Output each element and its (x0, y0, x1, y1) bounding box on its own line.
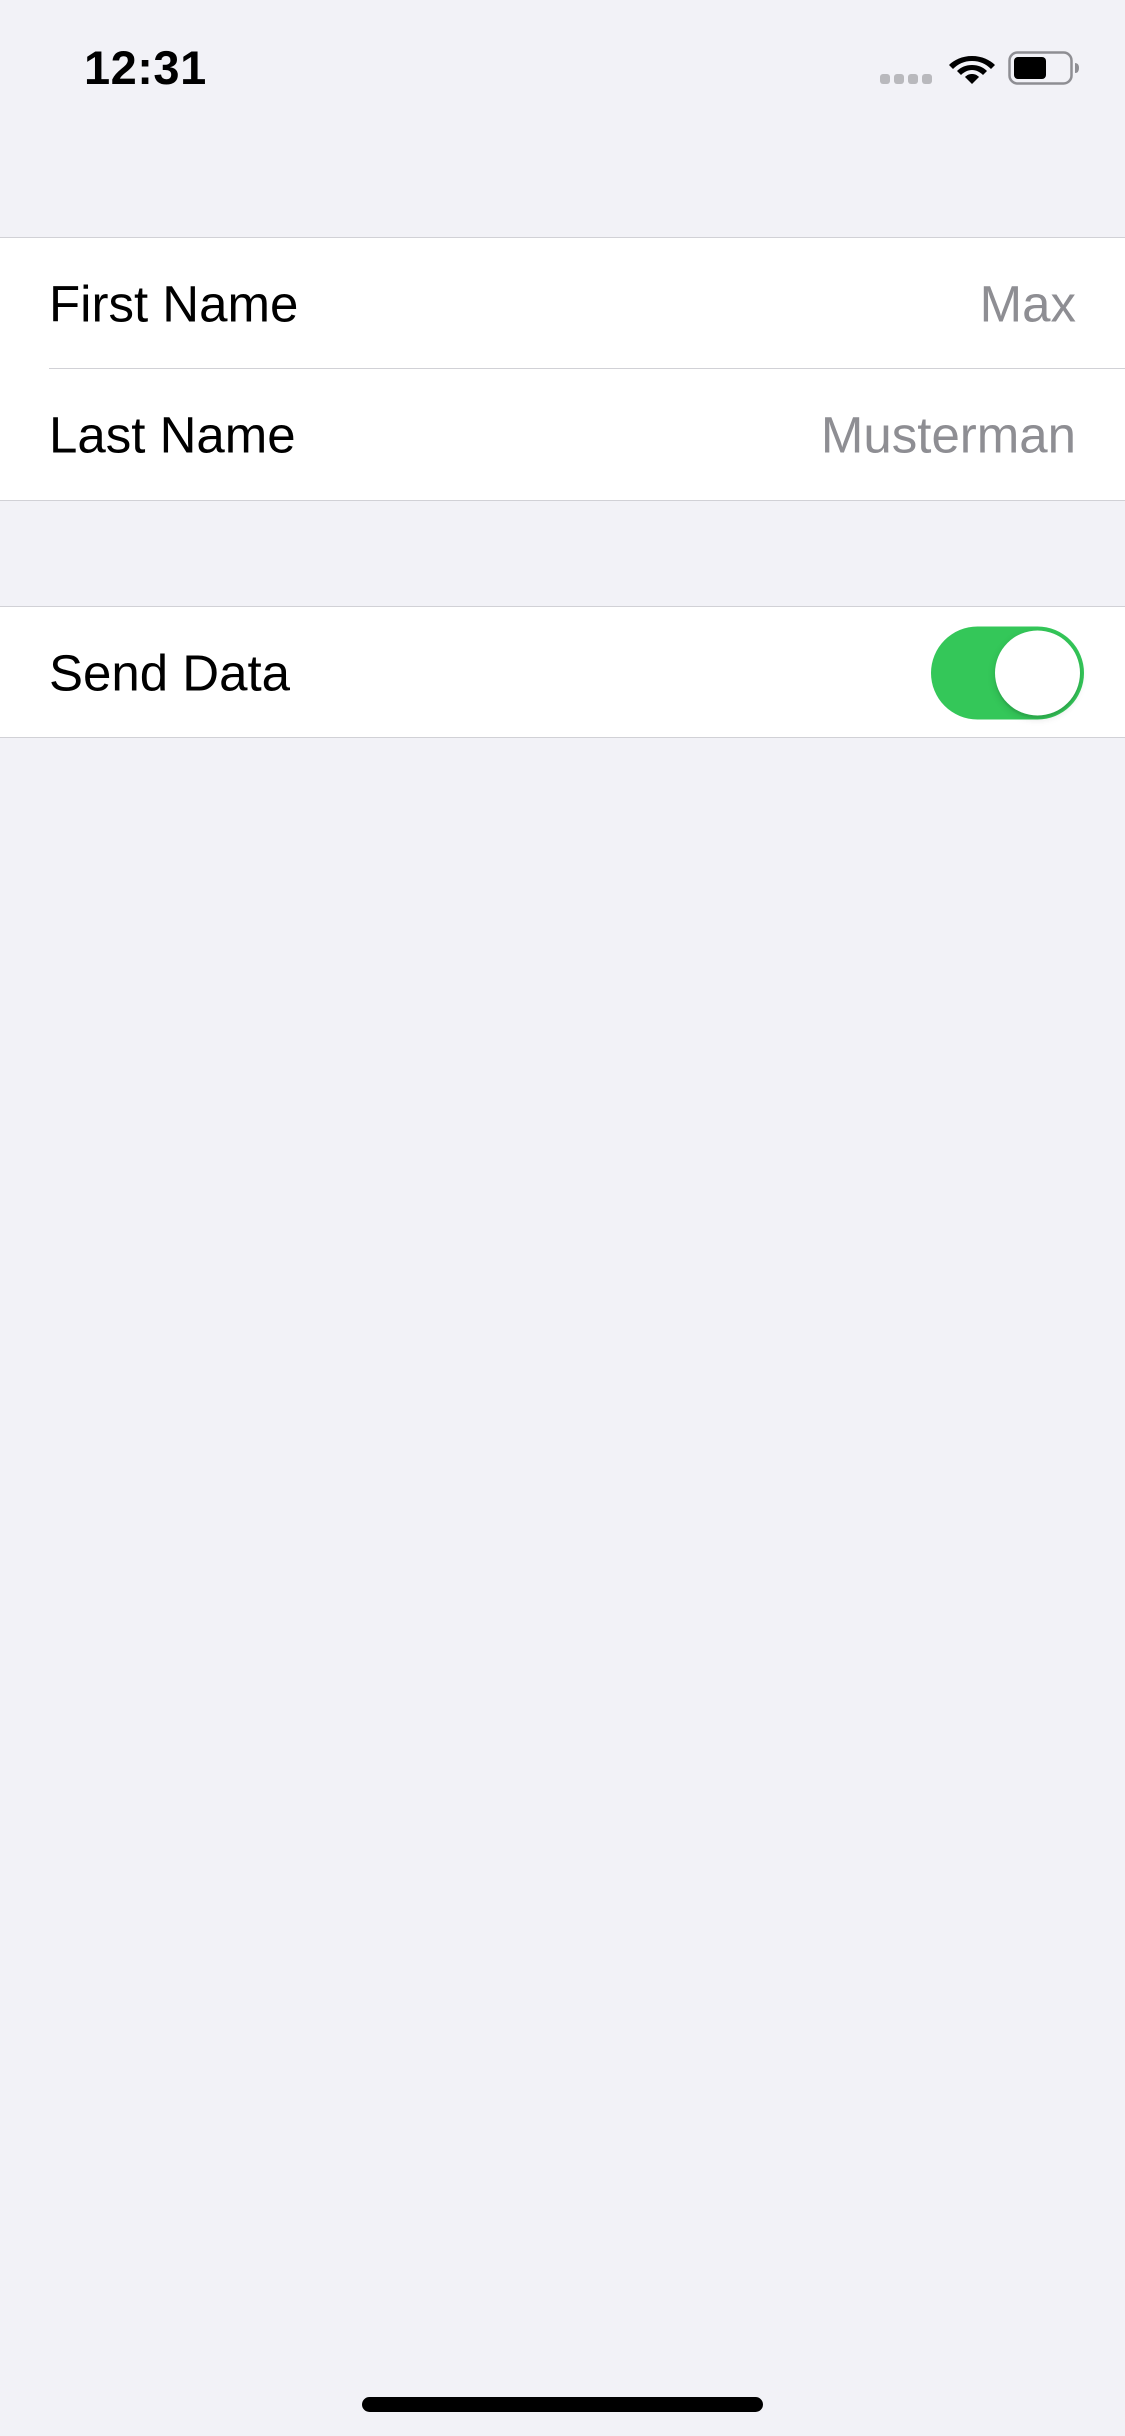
first-name-field[interactable] (516, 274, 1076, 333)
send-data-toggle[interactable] (931, 626, 1084, 719)
first-name-row[interactable]: First Name (0, 238, 1125, 369)
status-time: 12:31 (84, 41, 207, 94)
cellular-signal-icon (880, 74, 934, 86)
send-data-row: Send Data (0, 607, 1125, 738)
last-name-field[interactable] (516, 405, 1076, 464)
last-name-label: Last Name (49, 406, 296, 463)
send-data-label: Send Data (49, 644, 291, 701)
battery-icon (1008, 51, 1079, 85)
send-data-section: Send Data (0, 606, 1125, 738)
last-name-row[interactable]: Last Name (0, 369, 1125, 500)
home-indicator[interactable] (362, 2397, 763, 2412)
status-bar: 12:31 (0, 0, 1125, 140)
first-name-label: First Name (49, 275, 299, 332)
name-section: First Name Last Name (0, 237, 1125, 501)
wifi-icon (949, 56, 995, 84)
toggle-knob (995, 630, 1080, 715)
